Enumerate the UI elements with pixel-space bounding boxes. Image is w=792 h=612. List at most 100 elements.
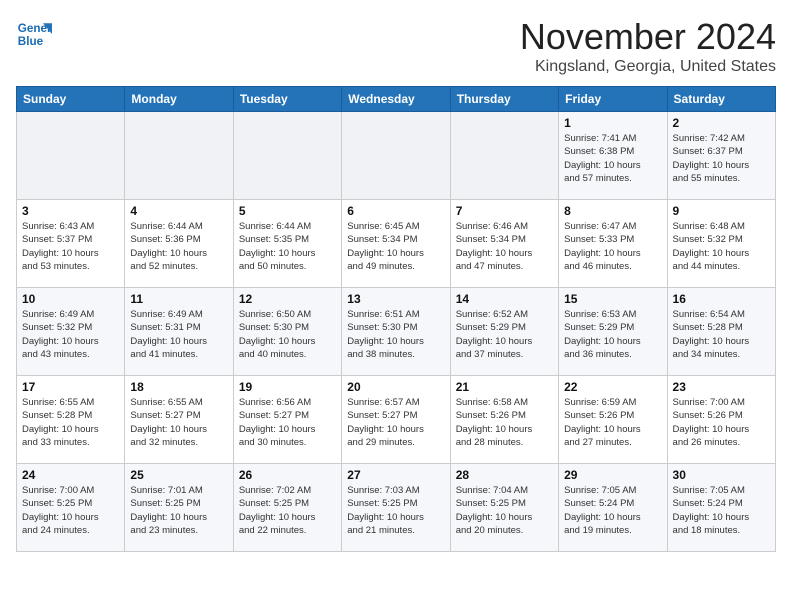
- day-number: 21: [456, 380, 553, 394]
- logo: General Blue General Blue: [16, 16, 52, 52]
- weekday-header-monday: Monday: [125, 87, 233, 112]
- location-title: Kingsland, Georgia, United States: [520, 58, 776, 76]
- day-info: Sunrise: 7:05 AM Sunset: 5:24 PM Dayligh…: [564, 484, 661, 537]
- weekday-header-row: SundayMondayTuesdayWednesdayThursdayFrid…: [17, 87, 776, 112]
- calendar-cell: 24Sunrise: 7:00 AM Sunset: 5:25 PM Dayli…: [17, 464, 125, 552]
- day-number: 12: [239, 292, 336, 306]
- weekday-header-sunday: Sunday: [17, 87, 125, 112]
- calendar-cell: 19 Sunrise: 6:56 AM Sunset: 5:27 PM Dayli…: [233, 376, 341, 464]
- calendar-cell: 6 Sunrise: 6:45 AM Sunset: 5:34 PM Daylig…: [342, 200, 450, 288]
- calendar-cell: 29 Sunrise: 7:05 AM Sunset: 5:24 PM Dayli…: [559, 464, 667, 552]
- day-number: 6: [347, 204, 444, 218]
- day-number: 18: [130, 380, 227, 394]
- calendar-cell: 8Sunrise: 6:47 AM Sunset: 5:33 PM Daylig…: [559, 200, 667, 288]
- day-info: Sunrise: 6:44 AM Sunset: 5:35 PM Dayligh…: [239, 220, 336, 273]
- day-number: 22: [564, 380, 661, 394]
- calendar-cell: 20 Sunrise: 6:57 AM Sunset: 5:27 PM Dayli…: [342, 376, 450, 464]
- day-info: Sunrise: 7:41 AM Sunset: 6:38 PM Dayligh…: [564, 132, 661, 185]
- day-info: Sunrise: 6:43 AM Sunset: 5:37 PM Dayligh…: [22, 220, 119, 273]
- calendar-cell: 14 Sunrise: 6:52 AM Sunset: 5:29 PM Dayli…: [450, 288, 558, 376]
- calendar-cell: 17Sunrise: 6:55 AM Sunset: 5:28 PM Dayli…: [17, 376, 125, 464]
- day-number: 5: [239, 204, 336, 218]
- day-info: Sunrise: 6:44 AM Sunset: 5:36 PM Dayligh…: [130, 220, 227, 273]
- week-row-3: 10Sunrise: 6:49 AM Sunset: 5:32 PM Dayli…: [17, 288, 776, 376]
- day-number: 4: [130, 204, 227, 218]
- calendar-cell: 5 Sunrise: 6:44 AM Sunset: 5:35 PM Daylig…: [233, 200, 341, 288]
- week-row-2: 3 Sunrise: 6:43 AM Sunset: 5:37 PM Daylig…: [17, 200, 776, 288]
- calendar-cell: 28Sunrise: 7:04 AM Sunset: 5:25 PM Dayli…: [450, 464, 558, 552]
- day-number: 17: [22, 380, 119, 394]
- calendar-cell: 21Sunrise: 6:58 AM Sunset: 5:26 PM Dayli…: [450, 376, 558, 464]
- calendar-cell: 23 Sunrise: 7:00 AM Sunset: 5:26 PM Dayli…: [667, 376, 775, 464]
- calendar-cell: [342, 112, 450, 200]
- day-number: 19: [239, 380, 336, 394]
- calendar-cell: 26Sunrise: 7:02 AM Sunset: 5:25 PM Dayli…: [233, 464, 341, 552]
- calendar-cell: 11Sunrise: 6:49 AM Sunset: 5:31 PM Dayli…: [125, 288, 233, 376]
- day-info: Sunrise: 7:00 AM Sunset: 5:26 PM Dayligh…: [673, 396, 770, 449]
- day-info: Sunrise: 6:56 AM Sunset: 5:27 PM Dayligh…: [239, 396, 336, 449]
- calendar-cell: 9 Sunrise: 6:48 AM Sunset: 5:32 PM Daylig…: [667, 200, 775, 288]
- day-info: Sunrise: 6:54 AM Sunset: 5:28 PM Dayligh…: [673, 308, 770, 361]
- calendar-cell: 25 Sunrise: 7:01 AM Sunset: 5:25 PM Dayli…: [125, 464, 233, 552]
- calendar-cell: 27 Sunrise: 7:03 AM Sunset: 5:25 PM Dayli…: [342, 464, 450, 552]
- calendar-cell: 18 Sunrise: 6:55 AM Sunset: 5:27 PM Dayli…: [125, 376, 233, 464]
- day-info: Sunrise: 6:48 AM Sunset: 5:32 PM Dayligh…: [673, 220, 770, 273]
- week-row-4: 17Sunrise: 6:55 AM Sunset: 5:28 PM Dayli…: [17, 376, 776, 464]
- day-number: 8: [564, 204, 661, 218]
- calendar-table: SundayMondayTuesdayWednesdayThursdayFrid…: [16, 86, 776, 552]
- day-info: Sunrise: 7:00 AM Sunset: 5:25 PM Dayligh…: [22, 484, 119, 537]
- calendar-cell: 22 Sunrise: 6:59 AM Sunset: 5:26 PM Dayli…: [559, 376, 667, 464]
- calendar-cell: 3 Sunrise: 6:43 AM Sunset: 5:37 PM Daylig…: [17, 200, 125, 288]
- month-title: November 2024: [520, 16, 776, 58]
- day-info: Sunrise: 6:50 AM Sunset: 5:30 PM Dayligh…: [239, 308, 336, 361]
- day-info: Sunrise: 7:42 AM Sunset: 6:37 PM Dayligh…: [673, 132, 770, 185]
- day-number: 27: [347, 468, 444, 482]
- calendar-cell: 13Sunrise: 6:51 AM Sunset: 5:30 PM Dayli…: [342, 288, 450, 376]
- calendar-cell: 10Sunrise: 6:49 AM Sunset: 5:32 PM Dayli…: [17, 288, 125, 376]
- calendar-cell: 30Sunrise: 7:05 AM Sunset: 5:24 PM Dayli…: [667, 464, 775, 552]
- calendar-cell: 16Sunrise: 6:54 AM Sunset: 5:28 PM Dayli…: [667, 288, 775, 376]
- day-number: 14: [456, 292, 553, 306]
- weekday-header-tuesday: Tuesday: [233, 87, 341, 112]
- calendar-cell: 15Sunrise: 6:53 AM Sunset: 5:29 PM Dayli…: [559, 288, 667, 376]
- day-info: Sunrise: 6:59 AM Sunset: 5:26 PM Dayligh…: [564, 396, 661, 449]
- day-number: 2: [673, 116, 770, 130]
- day-info: Sunrise: 6:49 AM Sunset: 5:31 PM Dayligh…: [130, 308, 227, 361]
- weekday-header-saturday: Saturday: [667, 87, 775, 112]
- day-number: 9: [673, 204, 770, 218]
- day-number: 30: [673, 468, 770, 482]
- calendar-cell: 7 Sunrise: 6:46 AM Sunset: 5:34 PM Daylig…: [450, 200, 558, 288]
- day-number: 1: [564, 116, 661, 130]
- week-row-1: 1 Sunrise: 7:41 AM Sunset: 6:38 PM Daylig…: [17, 112, 776, 200]
- day-info: Sunrise: 6:49 AM Sunset: 5:32 PM Dayligh…: [22, 308, 119, 361]
- calendar-cell: 12 Sunrise: 6:50 AM Sunset: 5:30 PM Dayli…: [233, 288, 341, 376]
- day-info: Sunrise: 6:57 AM Sunset: 5:27 PM Dayligh…: [347, 396, 444, 449]
- weekday-header-friday: Friday: [559, 87, 667, 112]
- day-number: 28: [456, 468, 553, 482]
- day-number: 29: [564, 468, 661, 482]
- day-info: Sunrise: 7:01 AM Sunset: 5:25 PM Dayligh…: [130, 484, 227, 537]
- day-number: 25: [130, 468, 227, 482]
- day-number: 26: [239, 468, 336, 482]
- calendar-cell: [450, 112, 558, 200]
- day-number: 15: [564, 292, 661, 306]
- calendar-cell: 4 Sunrise: 6:44 AM Sunset: 5:36 PM Daylig…: [125, 200, 233, 288]
- svg-text:Blue: Blue: [18, 35, 44, 48]
- calendar-cell: [125, 112, 233, 200]
- weekday-header-thursday: Thursday: [450, 87, 558, 112]
- day-info: Sunrise: 6:51 AM Sunset: 5:30 PM Dayligh…: [347, 308, 444, 361]
- day-info: Sunrise: 6:46 AM Sunset: 5:34 PM Dayligh…: [456, 220, 553, 273]
- day-number: 23: [673, 380, 770, 394]
- day-number: 20: [347, 380, 444, 394]
- day-number: 3: [22, 204, 119, 218]
- day-info: Sunrise: 7:03 AM Sunset: 5:25 PM Dayligh…: [347, 484, 444, 537]
- day-info: Sunrise: 6:52 AM Sunset: 5:29 PM Dayligh…: [456, 308, 553, 361]
- weekday-header-wednesday: Wednesday: [342, 87, 450, 112]
- day-number: 7: [456, 204, 553, 218]
- title-block: November 2024 Kingsland, Georgia, United…: [520, 16, 776, 76]
- day-info: Sunrise: 6:55 AM Sunset: 5:27 PM Dayligh…: [130, 396, 227, 449]
- day-info: Sunrise: 6:45 AM Sunset: 5:34 PM Dayligh…: [347, 220, 444, 273]
- page-header: General Blue General Blue November 2024 …: [16, 16, 776, 76]
- calendar-cell: [17, 112, 125, 200]
- calendar-cell: 1 Sunrise: 7:41 AM Sunset: 6:38 PM Daylig…: [559, 112, 667, 200]
